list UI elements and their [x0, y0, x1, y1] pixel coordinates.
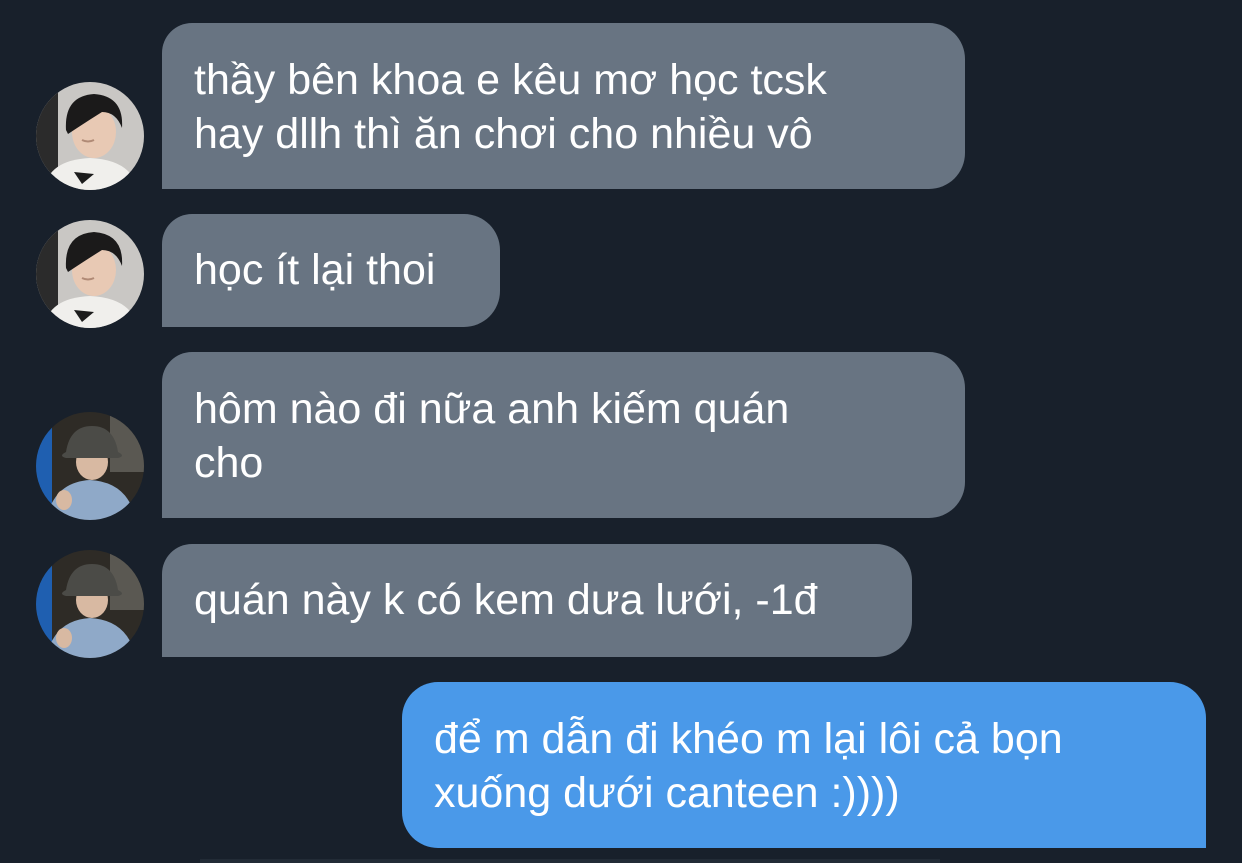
message-bubble[interactable]: hôm nào đi nữa anh kiếm quán cho [162, 352, 965, 518]
composer-edge [200, 859, 940, 863]
message-bubble[interactable]: quán này k có kem dưa lưới, -1đ [162, 544, 912, 657]
sender-avatar[interactable] [36, 412, 144, 520]
message-bubble[interactable]: học ít lại thoi [162, 214, 500, 327]
message-bubble-outgoing[interactable]: để m dẫn đi khéo m lại lôi cả bọn xuống … [402, 682, 1206, 848]
message-bubble[interactable]: thầy bên khoa e kêu mơ học tcsk hay dllh… [162, 23, 965, 189]
sender-avatar[interactable] [36, 550, 144, 658]
sender-avatar[interactable] [36, 220, 144, 328]
sender-avatar[interactable] [36, 82, 144, 190]
